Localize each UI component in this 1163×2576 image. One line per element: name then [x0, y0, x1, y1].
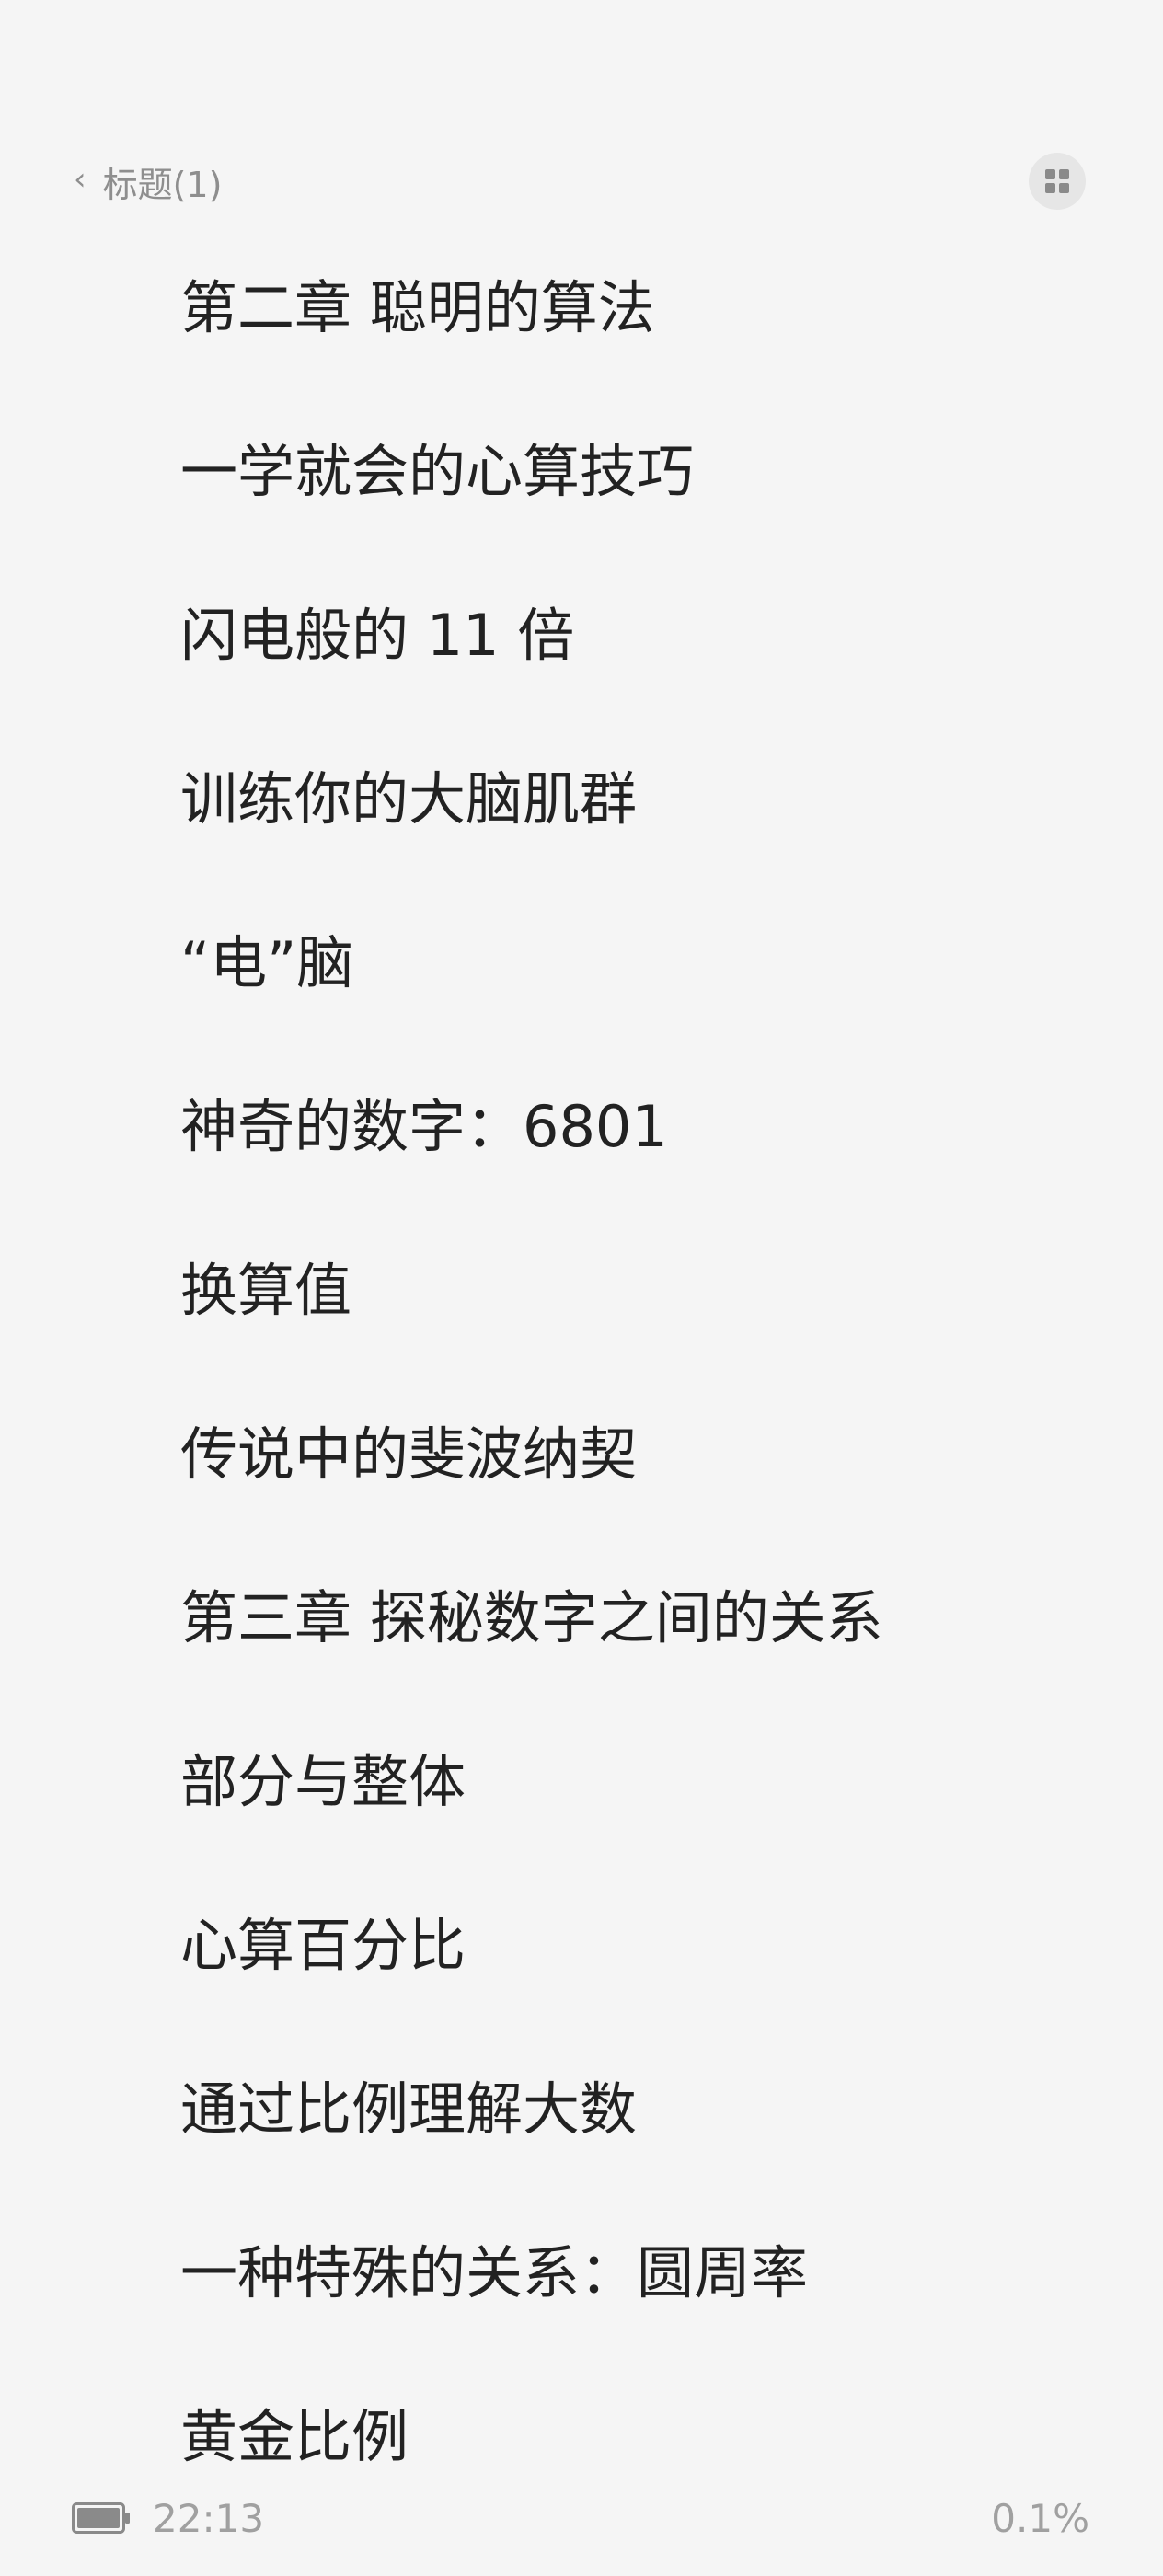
back-button[interactable]: ‹ 标题(1): [74, 147, 222, 215]
toc-item[interactable]: 训练你的大脑肌群: [180, 749, 883, 913]
battery-icon: [72, 2502, 130, 2534]
toc-item[interactable]: 第三章 探秘数字之间的关系: [180, 1568, 883, 1731]
header: ‹ 标题(1): [0, 147, 1163, 215]
back-label: 标题(1): [102, 164, 223, 205]
toc-item[interactable]: 传说中的斐波纳契: [180, 1404, 883, 1568]
toc-item[interactable]: 一学就会的心算技巧: [180, 421, 883, 585]
toc-item[interactable]: 神奇的数字：6801: [180, 1076, 883, 1240]
table-of-contents: 第二章 聪明的算法 一学就会的心算技巧 闪电般的 11 倍 训练你的大脑肌群 “…: [180, 258, 883, 2550]
grid-view-button[interactable]: [1029, 153, 1086, 210]
toc-item[interactable]: 部分与整体: [180, 1731, 883, 1895]
toc-item[interactable]: 第二章 聪明的算法: [180, 258, 883, 421]
toc-item[interactable]: “电”脑: [180, 913, 883, 1076]
toc-item[interactable]: 心算百分比: [180, 1895, 883, 2059]
toc-item[interactable]: 一种特殊的关系：圆周率: [180, 2223, 883, 2386]
toc-item[interactable]: 换算值: [180, 1240, 883, 1404]
toc-item[interactable]: 通过比例理解大数: [180, 2059, 883, 2223]
chevron-left-icon: ‹: [74, 161, 86, 198]
clock-time: 22:13: [153, 2496, 265, 2541]
reading-progress: 0.1%: [991, 2496, 1089, 2541]
grid-view-icon: [1045, 169, 1069, 193]
reader-status-bar: 22:13 0.1%: [0, 2484, 1163, 2554]
toc-item[interactable]: 闪电般的 11 倍: [180, 585, 883, 749]
